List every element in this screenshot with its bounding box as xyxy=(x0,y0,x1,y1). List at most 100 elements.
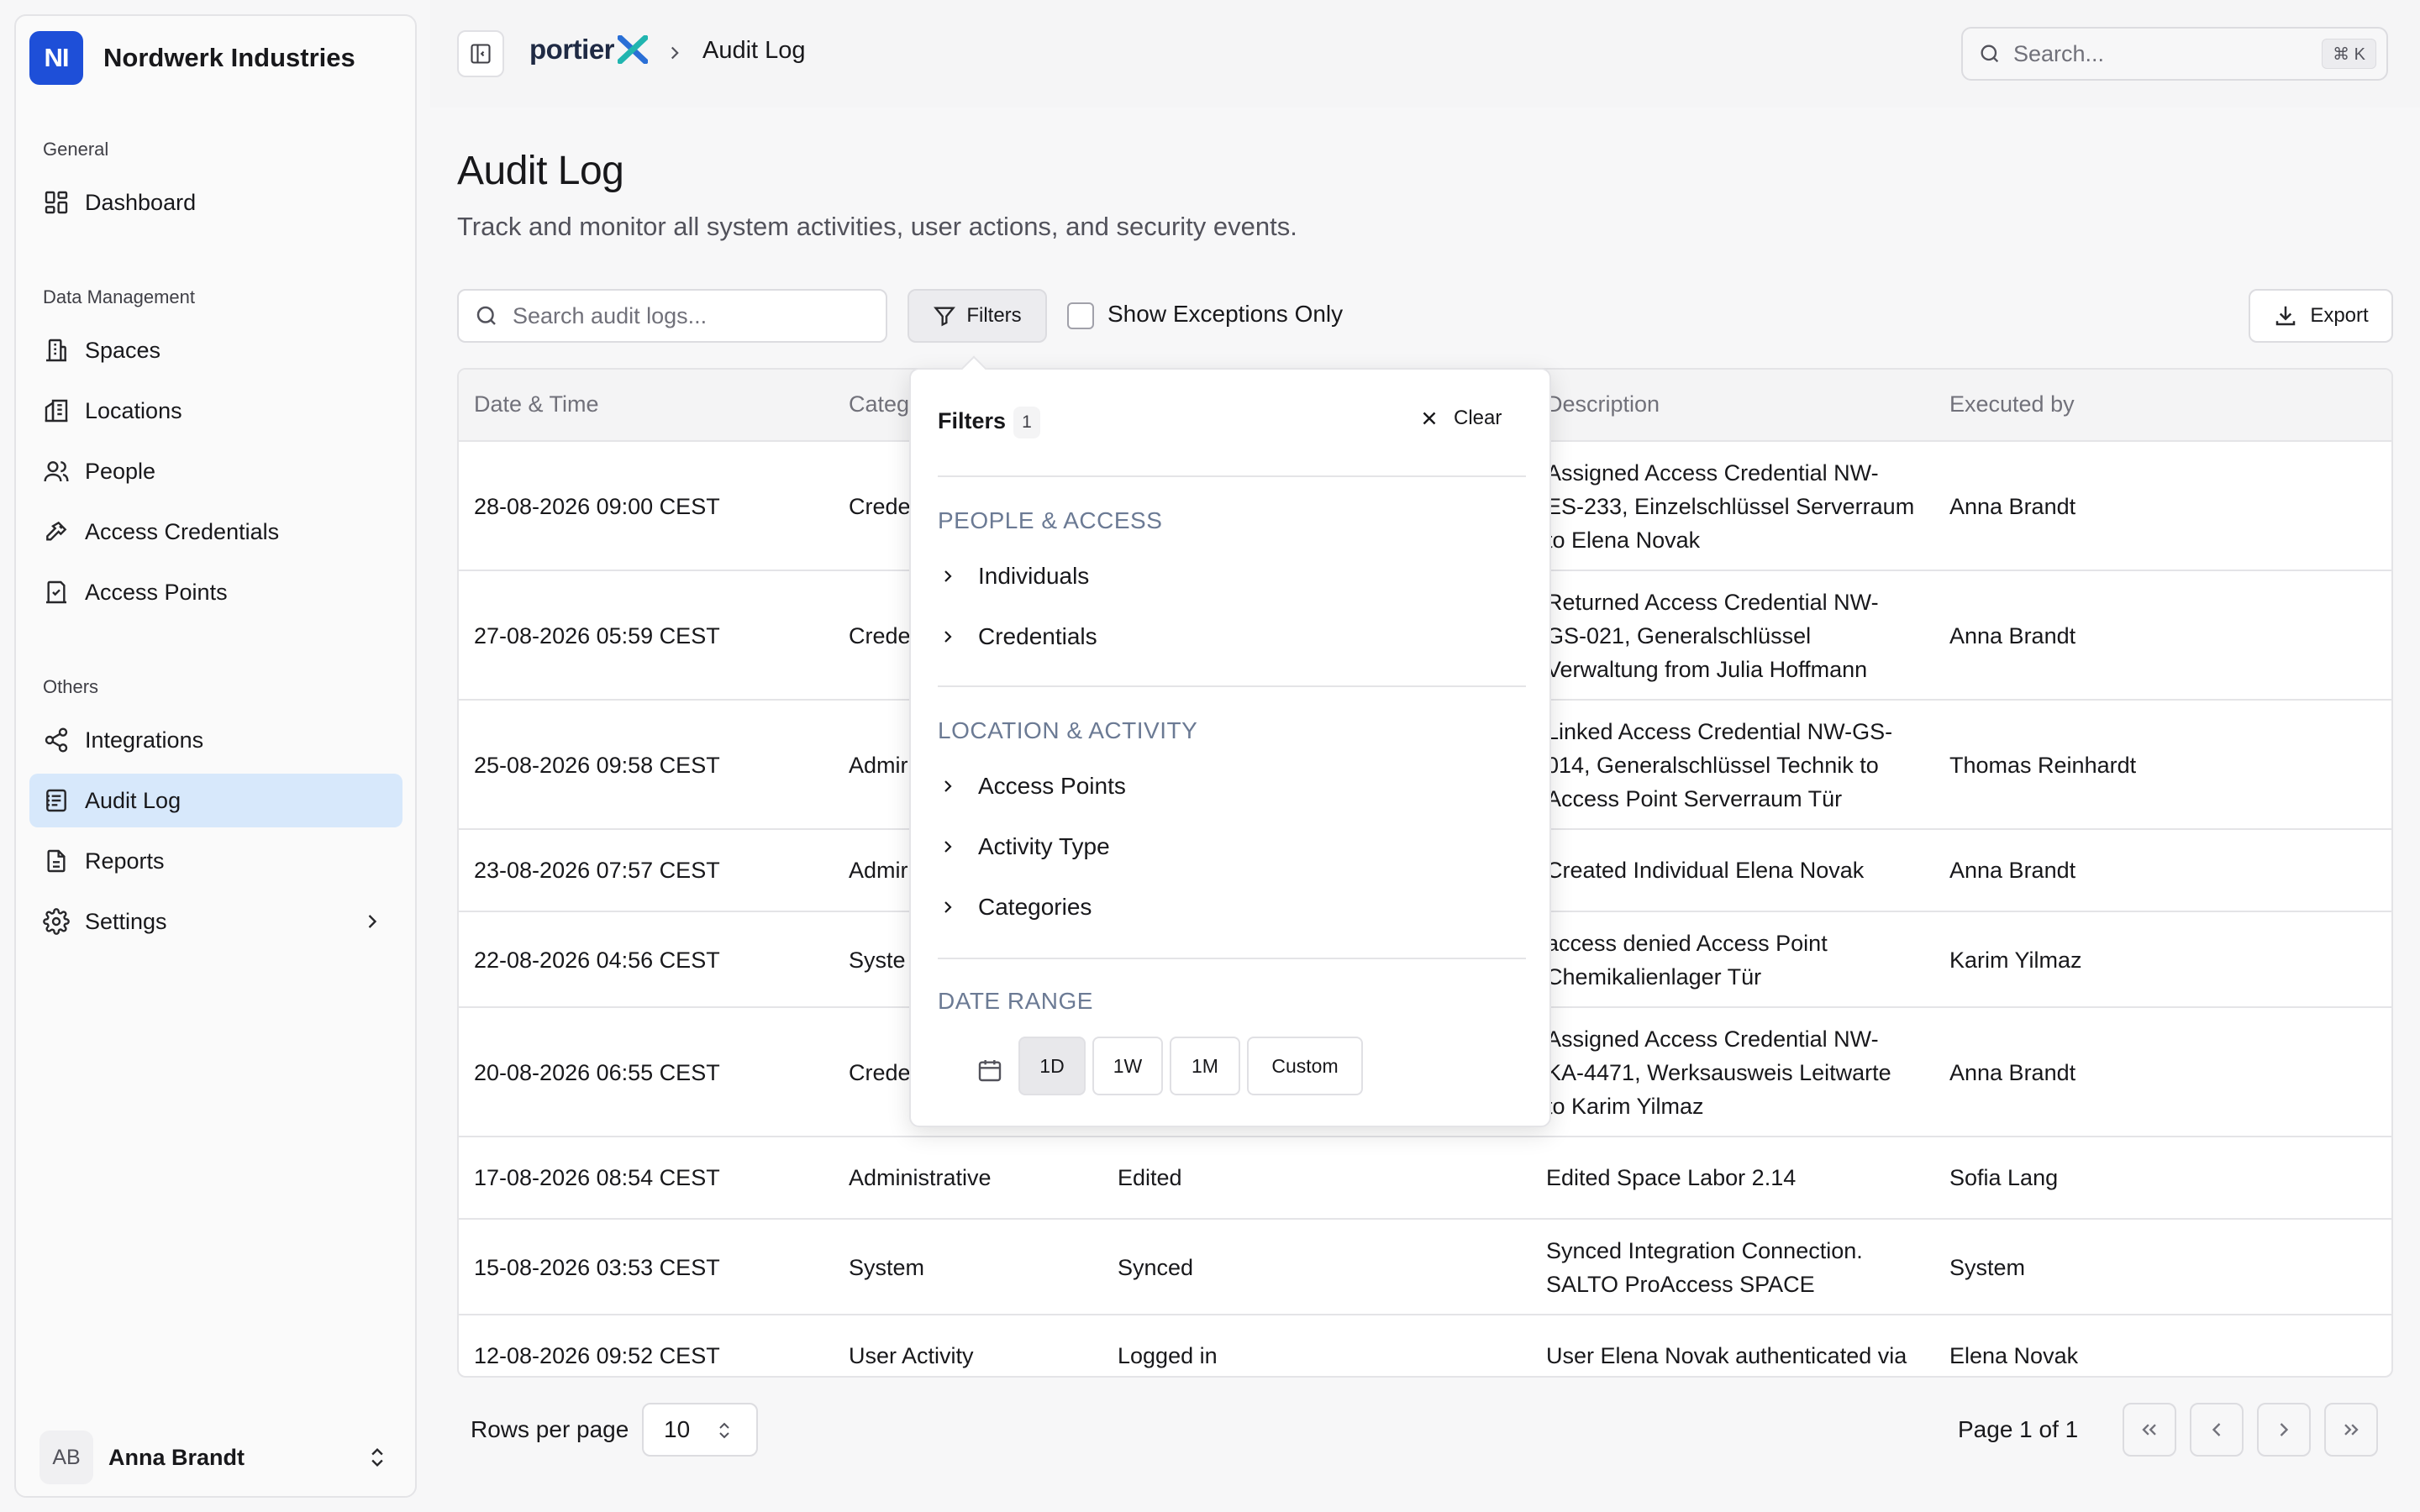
cell-executed-by: Sofia Lang xyxy=(1949,1165,2059,1190)
filter-group-categories[interactable]: Categories xyxy=(938,894,1092,921)
user-menu[interactable]: AB Anna Brandt xyxy=(39,1429,406,1486)
sidebar-item-settings[interactable]: Settings xyxy=(29,895,402,948)
date-range-1w-button[interactable]: 1W xyxy=(1092,1037,1163,1095)
clear-filters-button[interactable]: Clear xyxy=(1418,407,1502,430)
column-header-date[interactable]: Date & Time xyxy=(474,391,599,417)
buildings-icon xyxy=(45,399,68,423)
filter-group-activity-type[interactable]: Activity Type xyxy=(938,833,1110,860)
org-logo: NI xyxy=(29,31,83,85)
last-page-button[interactable] xyxy=(2324,1403,2378,1457)
description-line: Synced Integration Connection. xyxy=(1546,1238,1863,1263)
sidebar-item-dashboard[interactable]: Dashboard xyxy=(29,176,402,229)
chevron-right-icon xyxy=(944,901,952,913)
audit-search-input[interactable]: Search audit logs... xyxy=(457,289,887,343)
cell-date: 20-08-2026 06:55 CEST xyxy=(474,1060,720,1085)
sidebar-item-reports[interactable]: Reports xyxy=(29,834,402,888)
page-indicator: Page 1 of 1 xyxy=(1958,1416,2079,1442)
cell-executed-by: System xyxy=(1949,1255,2026,1280)
search-icon xyxy=(476,306,496,325)
cell-description: Returned Access Credential NW- GS-021, G… xyxy=(1546,585,1879,686)
table-row[interactable]: 12-08-2026 09:52 CEST User Activity Logg… xyxy=(459,1315,2391,1376)
sidebar-item-label: Locations xyxy=(85,397,182,423)
description-line: to Elena Novak xyxy=(1546,528,1701,553)
cell-description: access denied Access Point Chemikalienla… xyxy=(1546,927,1828,994)
cell-category: Administrative xyxy=(849,1165,992,1190)
download-icon xyxy=(2276,306,2296,326)
chevron-right-icon xyxy=(2280,1423,2289,1436)
cell-category: User Activity xyxy=(849,1343,974,1368)
sidebar-item-access-credentials[interactable]: Access Credentials xyxy=(29,505,402,559)
description-line: Assigned Access Credential NW- xyxy=(1546,460,1879,486)
date-range-custom-button[interactable]: Custom xyxy=(1247,1037,1363,1095)
gear-icon xyxy=(43,908,70,935)
rows-per-page-label: Rows per page xyxy=(471,1416,629,1442)
users-icon xyxy=(44,461,69,482)
page-title: Audit Log xyxy=(457,149,624,193)
clear-filters-label: Clear xyxy=(1454,407,1502,429)
sidebar-toggle-button[interactable] xyxy=(457,30,504,77)
chevron-right-icon xyxy=(944,631,952,643)
description-line: Verwaltung from Julia Hoffmann xyxy=(1546,657,1868,682)
first-page-button[interactable] xyxy=(2123,1403,2176,1457)
sidebar-item-locations[interactable]: Locations xyxy=(29,384,402,438)
global-search-input[interactable]: Search... ⌘ K xyxy=(1961,27,2388,81)
panel-left-icon xyxy=(471,44,491,64)
table-row[interactable]: 17-08-2026 08:54 CEST Administrative Edi… xyxy=(459,1137,2391,1220)
date-range-1m-button[interactable]: 1M xyxy=(1170,1037,1240,1095)
filters-button-label: Filters xyxy=(966,304,1022,327)
sidebar-item-audit-log[interactable]: Audit Log xyxy=(29,774,402,827)
exceptions-label[interactable]: Show Exceptions Only xyxy=(1107,301,1343,328)
breadcrumb-current: Audit Log xyxy=(702,37,806,64)
sidebar-item-label: Dashboard xyxy=(85,189,197,215)
export-button-label: Export xyxy=(2310,304,2369,327)
portier-x-icon xyxy=(618,35,649,64)
filter-group-access-points[interactable]: Access Points xyxy=(938,773,1126,800)
cell-date: 17-08-2026 08:54 CEST xyxy=(474,1165,720,1190)
export-button[interactable]: Export xyxy=(2249,289,2393,343)
table-row[interactable]: 15-08-2026 03:53 CEST System Synced Sync… xyxy=(459,1220,2391,1315)
exceptions-checkbox[interactable] xyxy=(1067,302,1094,329)
sidebar-item-people[interactable]: People xyxy=(29,444,402,498)
filters-button[interactable]: Filters xyxy=(908,289,1047,343)
cell-executed-by: Thomas Reinhardt xyxy=(1949,753,2137,778)
previous-page-button[interactable] xyxy=(2190,1403,2244,1457)
cell-activity: Logged in xyxy=(1118,1343,1218,1368)
portier-logo[interactable]: portier xyxy=(529,34,649,66)
org-switcher[interactable]: NI Nordwerk Industries xyxy=(29,31,355,85)
key-icon xyxy=(46,521,67,541)
divider xyxy=(938,475,1526,477)
log-icon xyxy=(46,789,66,812)
chevron-right-icon xyxy=(944,841,952,853)
cell-description: Assigned Access Credential NW- KA-4471, … xyxy=(1546,1022,1891,1123)
chevrons-up-down-icon xyxy=(719,1422,729,1439)
filter-section-location-activity: LOCATION & ACTIVITY xyxy=(938,717,1198,743)
description-line: access denied Access Point xyxy=(1546,931,1828,956)
building-icon xyxy=(46,339,66,362)
filter-group-individuals[interactable]: Individuals xyxy=(938,563,1089,590)
cell-category: Syste xyxy=(849,948,906,973)
column-header-executed-by[interactable]: Executed by xyxy=(1949,391,2075,417)
sidebar-item-spaces[interactable]: Spaces xyxy=(29,323,402,377)
cell-executed-by: Elena Novak xyxy=(1949,1343,2079,1368)
cell-executed-by: Karim Yilmaz xyxy=(1949,948,2082,973)
filter-group-label: Access Points xyxy=(978,773,1126,799)
rows-per-page-value: 10 xyxy=(664,1416,691,1442)
column-header-category[interactable]: Categ xyxy=(849,391,909,417)
date-range-1d-button[interactable]: 1D xyxy=(1018,1037,1086,1095)
sidebar-item-label: Integrations xyxy=(85,727,204,753)
sidebar-item-integrations[interactable]: Integrations xyxy=(29,713,402,767)
dashboard-icon xyxy=(45,191,68,214)
page-subtitle: Track and monitor all system activities,… xyxy=(457,212,1297,241)
next-page-button[interactable] xyxy=(2257,1403,2311,1457)
sidebar-item-access-points[interactable]: Access Points xyxy=(29,565,402,619)
column-header-description[interactable]: Description xyxy=(1546,391,1660,417)
filter-group-credentials[interactable]: Credentials xyxy=(938,623,1097,650)
rows-per-page-select[interactable]: 10 xyxy=(642,1403,758,1457)
description-line: Returned Access Credential NW- xyxy=(1546,590,1879,615)
description-line: User Elena Novak authenticated via xyxy=(1546,1343,1907,1368)
description-line: KA-4471, Werksausweis Leitwarte xyxy=(1546,1060,1891,1085)
chevron-right-icon xyxy=(944,570,952,582)
search-placeholder: Search... xyxy=(2013,40,2105,66)
sidebar: NI Nordwerk Industries General Dashboard… xyxy=(14,14,417,1498)
description-line: GS-021, Generalschlüssel xyxy=(1546,623,1812,648)
